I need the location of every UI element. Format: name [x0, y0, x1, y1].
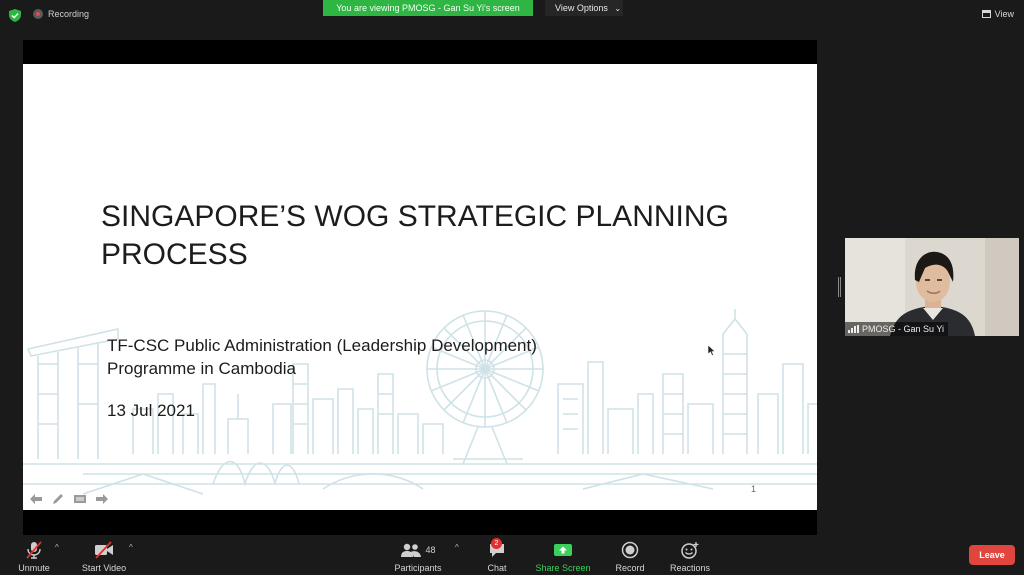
pen-icon[interactable] [50, 492, 66, 506]
shield-check-icon[interactable] [9, 9, 21, 22]
slide-show-toolbar [28, 492, 110, 506]
mouse-cursor-icon [708, 345, 716, 356]
record-icon [621, 541, 639, 559]
video-options-caret-icon[interactable]: ^ [129, 543, 133, 552]
start-video-button[interactable]: Start Video [79, 540, 129, 573]
view-options-label: View Options [555, 3, 608, 13]
slide-date: 13 Jul 2021 [107, 401, 195, 420]
skyline-illustration [23, 309, 817, 495]
shared-screen: SINGAPORE’S WOG STRATEGIC PLANNING PROCE… [23, 40, 817, 535]
participant-name: PMOSG - Gan Su Yi [862, 324, 945, 334]
resize-handle[interactable] [838, 277, 841, 297]
slide-subtitle: TF-CSC Public Administration (Leadership… [107, 334, 537, 380]
unmute-button[interactable]: Unmute [14, 540, 54, 573]
leave-button[interactable]: Leave [969, 545, 1015, 565]
recording-indicator[interactable]: Recording [33, 9, 89, 19]
chat-label: Chat [487, 563, 507, 573]
slide-subtitle-line2: Programme in Cambodia [107, 359, 296, 378]
participants-options-caret-icon[interactable]: ^ [455, 543, 459, 552]
recording-icon [33, 9, 43, 19]
presentation-slide: SINGAPORE’S WOG STRATEGIC PLANNING PROCE… [23, 64, 817, 510]
meeting-toolbar: Unmute ^ Start Video ^ 48 Participants ^… [0, 535, 1024, 575]
top-bar: Recording You are viewing PMOSG - Gan Su… [0, 0, 1024, 30]
participant-name-label: PMOSG - Gan Su Yi [845, 322, 949, 336]
record-button[interactable]: Record [611, 540, 649, 573]
arrow-right-icon[interactable] [94, 492, 110, 506]
video-camera-off-icon [95, 541, 113, 559]
reactions-label: Reactions [669, 563, 711, 573]
participants-button[interactable]: 48 Participants [393, 540, 443, 573]
view-options-button[interactable]: View Options ⌄ [545, 0, 623, 16]
participants-count: 48 [425, 545, 436, 555]
participant-video[interactable]: PMOSG - Gan Su Yi [845, 238, 1019, 336]
microphone-muted-icon [26, 541, 42, 559]
chevron-down-icon: ⌄ [614, 4, 622, 13]
share-screen-button[interactable]: Share Screen [535, 540, 591, 573]
arrow-left-icon[interactable] [28, 492, 44, 506]
slide-page-number: 1 [751, 484, 757, 494]
share-screen-icon [554, 544, 572, 556]
unmute-label: Unmute [18, 563, 50, 573]
participants-label: Participants [394, 563, 442, 573]
viewing-banner: You are viewing PMOSG - Gan Su Yi's scre… [323, 0, 533, 16]
slides-icon[interactable] [72, 492, 88, 506]
reactions-button[interactable]: Reactions [668, 540, 712, 573]
start-video-label: Start Video [81, 563, 127, 573]
slide-title: SINGAPORE’S WOG STRATEGIC PLANNING PROCE… [101, 200, 729, 271]
signal-strength-icon [848, 325, 859, 333]
grid-view-icon [981, 10, 991, 18]
slide-subtitle-line1: TF-CSC Public Administration (Leadership… [107, 336, 537, 355]
view-label: View [994, 9, 1014, 19]
view-button[interactable]: View [981, 9, 1014, 19]
reactions-icon [681, 542, 699, 559]
audio-options-caret-icon[interactable]: ^ [55, 543, 59, 552]
chat-unread-badge: 2 [491, 538, 502, 549]
recording-label: Recording [48, 9, 90, 19]
chat-button[interactable]: 2 Chat [480, 538, 514, 573]
participants-icon [401, 543, 422, 557]
share-screen-label: Share Screen [535, 563, 591, 573]
zoom-meeting-window: Recording You are viewing PMOSG - Gan Su… [0, 0, 1024, 575]
record-label: Record [615, 563, 645, 573]
